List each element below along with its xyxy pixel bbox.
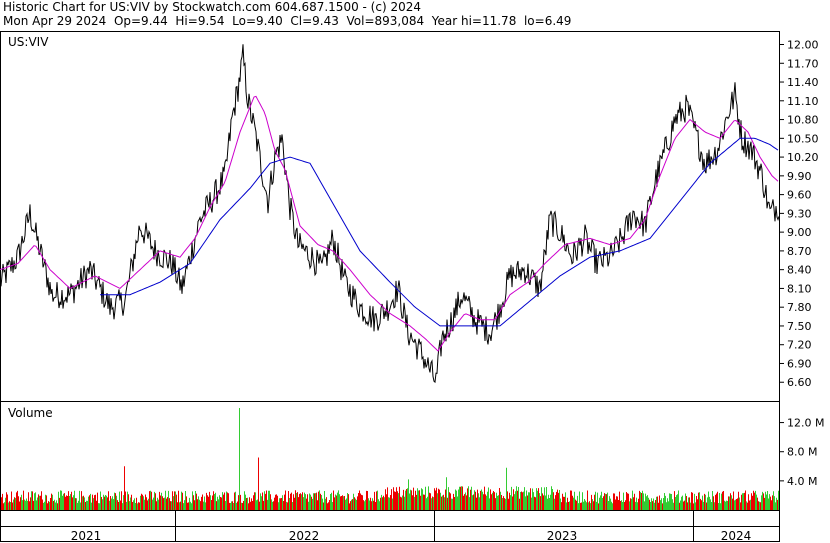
price-y-tick-label: 11.40 (787, 76, 819, 89)
price-lines (0, 44, 780, 384)
stock-chart: US:VIV 12.00 11.70 11.40 11.10 10.80 10.50 10.… (0, 31, 824, 543)
price-y-tick-label: 12.00 (787, 39, 819, 52)
series-line-long-moving-average (100, 137, 779, 327)
price-y-tick-label: 10.20 (787, 151, 819, 164)
price-y-axis: 12.00 11.70 11.40 11.10 10.80 10.50 10.20 9.90 9… (780, 39, 819, 389)
year-label: 2024 (721, 529, 752, 543)
price-panel-title: US:VIV (8, 35, 49, 49)
price-y-tick-label: 6.60 (787, 376, 812, 389)
price-y-tick-label: 10.50 (787, 132, 819, 145)
volume-y-tick-label: 8.0 M (787, 446, 817, 459)
price-y-tick-label: 11.70 (787, 57, 819, 70)
price-panel (0, 31, 780, 402)
price-y-tick-label: 8.70 (787, 245, 812, 258)
year-label: 2023 (547, 529, 578, 543)
price-y-tick-label: 11.10 (787, 95, 819, 108)
price-y-tick-label: 8.10 (787, 282, 812, 295)
volume-panel-title: Volume (8, 406, 53, 420)
year-label: 2021 (71, 529, 102, 543)
price-y-tick-label: 6.90 (787, 357, 812, 370)
volume-y-tick-label: 12.0 M (787, 417, 824, 430)
price-y-tick-label: 7.50 (787, 320, 812, 333)
price-y-tick-label: 9.60 (787, 189, 812, 202)
price-y-tick-label: 8.40 (787, 264, 812, 277)
volume-bars (1, 408, 779, 510)
price-y-tick-label: 9.90 (787, 170, 812, 183)
price-y-tick-label: 9.00 (787, 226, 812, 239)
price-y-tick-label: 7.20 (787, 339, 812, 352)
price-y-tick-label: 7.80 (787, 301, 812, 314)
price-y-tick-label: 9.30 (787, 207, 812, 220)
volume-y-tick-label: 4.0 M (787, 475, 817, 488)
volume-y-axis: 12.0 M 8.0 M 4.0 M (780, 417, 824, 488)
price-y-tick-label: 10.80 (787, 114, 819, 127)
year-label: 2022 (289, 529, 320, 543)
volume-panel (0, 401, 780, 510)
series-line-price (0, 44, 780, 384)
